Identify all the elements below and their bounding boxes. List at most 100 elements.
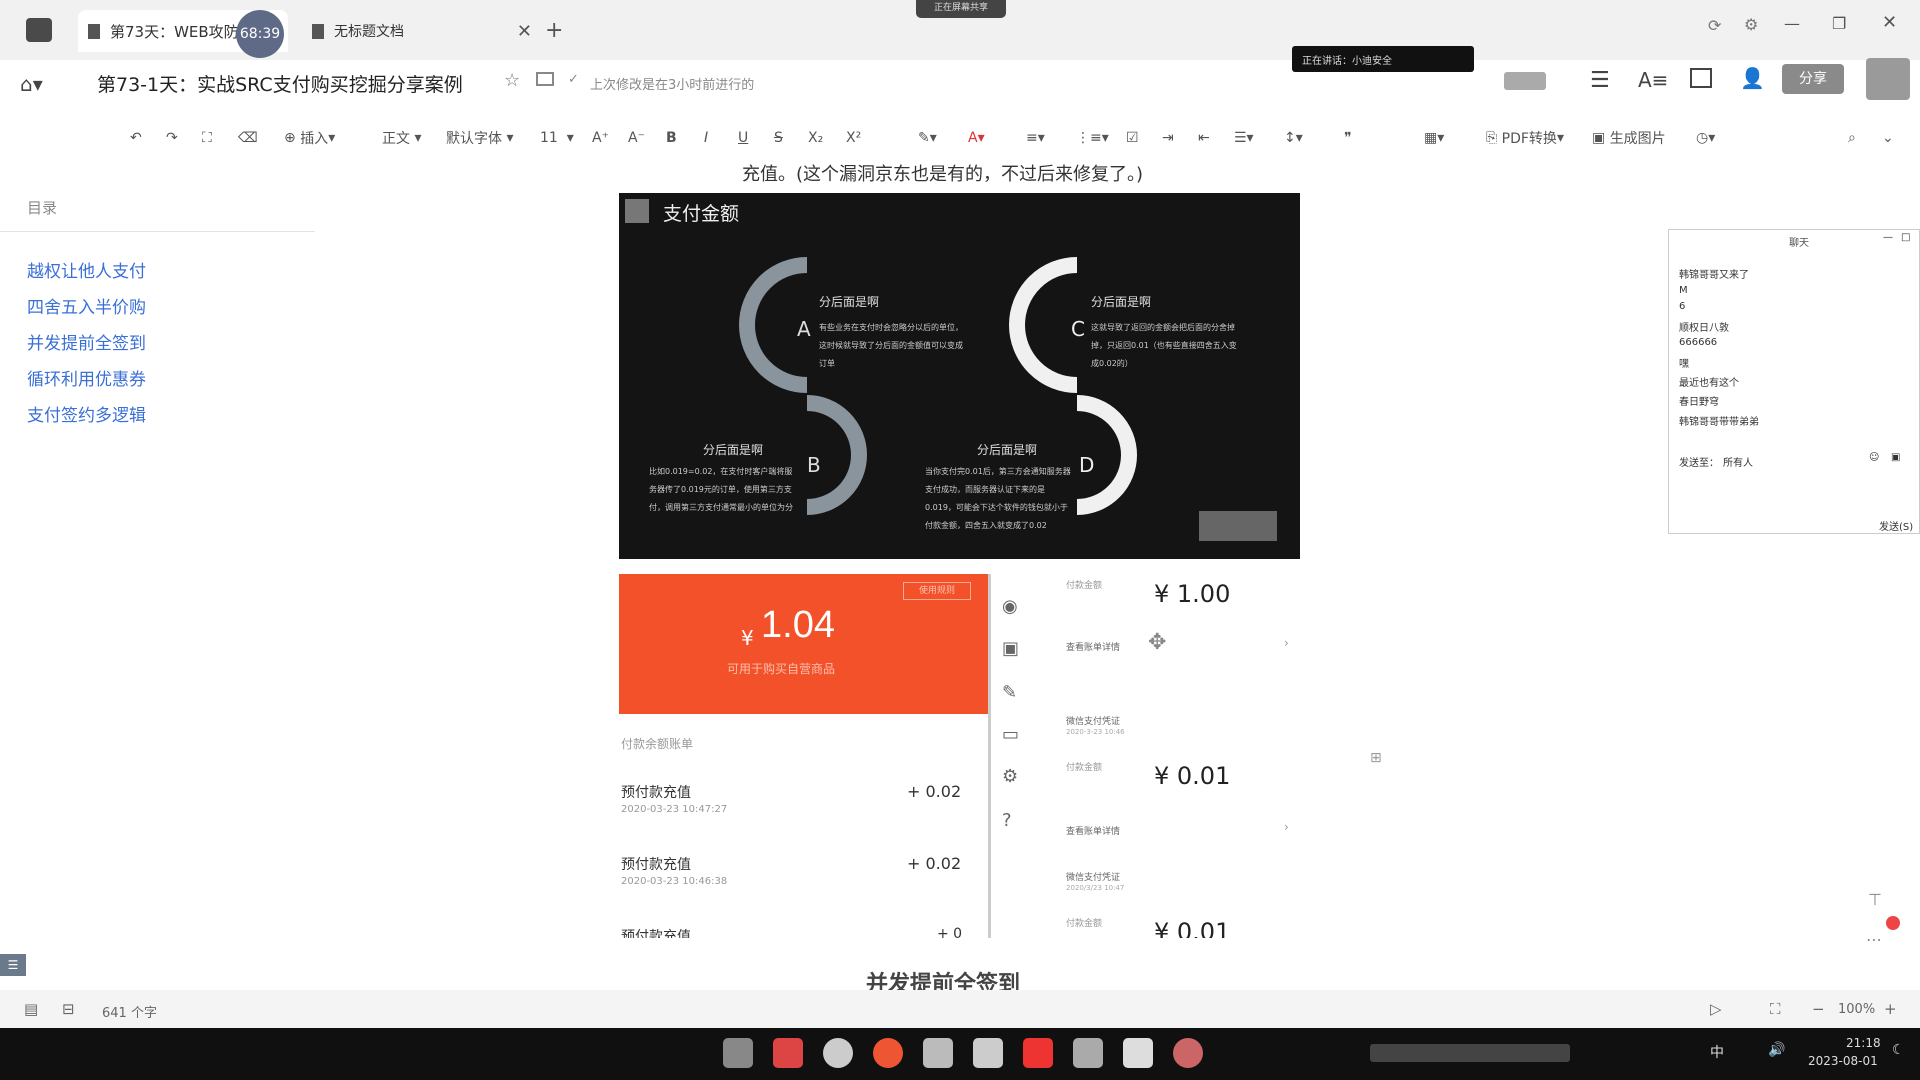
- font-color-icon[interactable]: A▾: [968, 126, 985, 150]
- network-tool-icon[interactable]: [1073, 1038, 1103, 1068]
- underline-icon[interactable]: U: [738, 126, 748, 150]
- list-icon[interactable]: ≡▾: [1026, 126, 1045, 150]
- zoom-out-icon[interactable]: −: [1812, 1000, 1825, 1018]
- outdent-icon[interactable]: ⇤: [1198, 126, 1210, 150]
- text-format-icon[interactable]: A≡: [1638, 68, 1668, 92]
- fullscreen-icon[interactable]: ⛶: [1770, 1000, 1781, 1018]
- superscript-icon[interactable]: X²: [846, 126, 861, 150]
- send-button[interactable]: 发送(S): [1879, 518, 1913, 533]
- table-icon[interactable]: ▦▾: [1424, 126, 1444, 150]
- clock-time[interactable]: 21:18: [1846, 1036, 1881, 1050]
- page-layout-icon[interactable]: ⊟: [62, 1000, 75, 1018]
- history-icon[interactable]: ◷▾: [1696, 126, 1715, 150]
- settings-icon[interactable]: ⚙: [1744, 15, 1758, 34]
- chrome-icon[interactable]: [873, 1038, 903, 1068]
- indent-icon[interactable]: ⇥: [1162, 126, 1174, 150]
- more-icon[interactable]: ⋯: [1866, 930, 1882, 949]
- rules-badge[interactable]: 使用规则: [903, 582, 971, 600]
- gear-icon[interactable]: ⚙: [1002, 766, 1018, 787]
- quote-icon[interactable]: ❞: [1344, 126, 1352, 150]
- chat-minimize-icon[interactable]: —: [1883, 232, 1893, 243]
- shirt-icon[interactable]: ⊤: [1868, 890, 1882, 909]
- help-icon[interactable]: ?: [1002, 810, 1012, 831]
- close-tab-icon[interactable]: ✕: [517, 21, 532, 42]
- toc-item[interactable]: 支付签约多逻辑: [27, 401, 146, 426]
- pdf-convert-button[interactable]: ⎘ PDF转换 ▾: [1486, 126, 1564, 150]
- generate-image-button[interactable]: ▣ 生成图片: [1592, 126, 1666, 150]
- recipient-select[interactable]: 所有人: [1723, 454, 1753, 469]
- chevron-down-icon[interactable]: ⌄: [1882, 126, 1894, 150]
- italic-icon[interactable]: I: [704, 126, 708, 150]
- chat-maximize-icon[interactable]: □: [1901, 232, 1910, 243]
- paragraph-style-select[interactable]: 正文 ▾: [382, 126, 421, 150]
- app-logo-icon[interactable]: [26, 18, 52, 42]
- comment-add-icon[interactable]: ⊞: [1370, 750, 1382, 766]
- emoji-icon[interactable]: ☺: [1869, 452, 1879, 463]
- toc-item[interactable]: 越权让他人支付: [27, 257, 146, 282]
- close-window-button[interactable]: ✕: [1882, 12, 1897, 33]
- java-icon[interactable]: [1123, 1038, 1153, 1068]
- zoom-level[interactable]: 100%: [1838, 1002, 1875, 1017]
- toc-item[interactable]: 四舍五入半价购: [27, 293, 146, 318]
- app-icon[interactable]: [1173, 1038, 1203, 1068]
- folder-icon[interactable]: [773, 1038, 803, 1068]
- volume-icon[interactable]: 🔊: [1768, 1042, 1785, 1058]
- clock-date[interactable]: 2023-08-01: [1808, 1054, 1878, 1068]
- photo-icon[interactable]: ▣: [1002, 638, 1019, 659]
- pen-icon[interactable]: ✎: [1002, 682, 1017, 703]
- menu-icon[interactable]: ☰: [1590, 68, 1610, 93]
- zoom-in-icon[interactable]: +: [1884, 1000, 1897, 1018]
- maximize-button[interactable]: ❐: [1832, 14, 1846, 33]
- present-icon[interactable]: [1690, 68, 1712, 88]
- outline-toggle-icon[interactable]: ☰: [0, 954, 26, 976]
- bold-icon[interactable]: B: [666, 126, 677, 150]
- tv-icon[interactable]: ▭: [1002, 724, 1019, 745]
- highlight-icon[interactable]: ✎▾: [918, 126, 937, 150]
- search-icon[interactable]: ⌕: [1848, 126, 1856, 150]
- play-icon[interactable]: ▷: [1710, 1000, 1722, 1018]
- format-painter-icon[interactable]: ⛶: [202, 126, 212, 150]
- increase-font-icon[interactable]: A⁺: [592, 126, 609, 150]
- refresh-icon[interactable]: ⟳: [1708, 16, 1721, 35]
- eraser-icon[interactable]: ⌫: [238, 126, 258, 150]
- ime-indicator[interactable]: 中: [1710, 1042, 1724, 1062]
- insert-button[interactable]: ⊕ 插入 ▾: [284, 126, 335, 150]
- redo-icon[interactable]: ↷: [166, 126, 178, 150]
- toc-item[interactable]: 循环利用优惠券: [27, 365, 146, 390]
- payment-label[interactable]: 查看账单详情: [1066, 640, 1120, 653]
- checkbox-icon[interactable]: ☑: [1126, 126, 1139, 150]
- new-tab-button[interactable]: +: [545, 18, 563, 43]
- align-icon[interactable]: ☰▾: [1234, 126, 1254, 150]
- font-size-select[interactable]: 11 ▾: [540, 126, 574, 150]
- share-button[interactable]: 分享: [1782, 64, 1844, 94]
- camera-icon[interactable]: ◉: [1002, 596, 1018, 617]
- user-icon[interactable]: 👤: [1740, 66, 1765, 90]
- home-icon[interactable]: ⌂▾: [20, 72, 43, 96]
- chevron-right-icon[interactable]: ›: [1284, 636, 1289, 650]
- undo-icon[interactable]: ↶: [130, 126, 142, 150]
- word-count[interactable]: 641 个字: [102, 1002, 157, 1021]
- edge-icon[interactable]: [823, 1038, 853, 1068]
- doc-outline-icon[interactable]: ▤: [24, 1000, 38, 1018]
- minimize-button[interactable]: —: [1784, 14, 1800, 33]
- avatar[interactable]: [1866, 58, 1910, 100]
- font-family-select[interactable]: 默认字体 ▾: [446, 126, 513, 150]
- chevron-right-icon[interactable]: ›: [1284, 820, 1289, 834]
- toc-item[interactable]: 并发提前全签到: [27, 329, 146, 354]
- start-icon[interactable]: [723, 1038, 753, 1068]
- tray-icons[interactable]: [1370, 1044, 1570, 1062]
- notification-icon[interactable]: ☾: [1892, 1042, 1905, 1058]
- payment-label[interactable]: 查看账单详情: [1066, 824, 1120, 837]
- tab-doc-2[interactable]: 无标题文档 ✕: [312, 10, 532, 52]
- numbered-list-icon[interactable]: ⋮≡▾: [1076, 126, 1109, 150]
- folder-icon[interactable]: [536, 72, 554, 86]
- collaborators-icon[interactable]: [1504, 72, 1546, 90]
- screenshot-icon[interactable]: ▣: [1891, 452, 1900, 463]
- line-spacing-icon[interactable]: ↕▾: [1284, 126, 1303, 150]
- decrease-font-icon[interactable]: A⁻: [628, 126, 645, 150]
- subscript-icon[interactable]: X₂: [808, 126, 823, 150]
- slides-icon[interactable]: [1023, 1038, 1053, 1068]
- move-icon[interactable]: ✥: [1148, 630, 1166, 655]
- photos-icon[interactable]: [973, 1038, 1003, 1068]
- strikethrough-icon[interactable]: S: [774, 126, 783, 150]
